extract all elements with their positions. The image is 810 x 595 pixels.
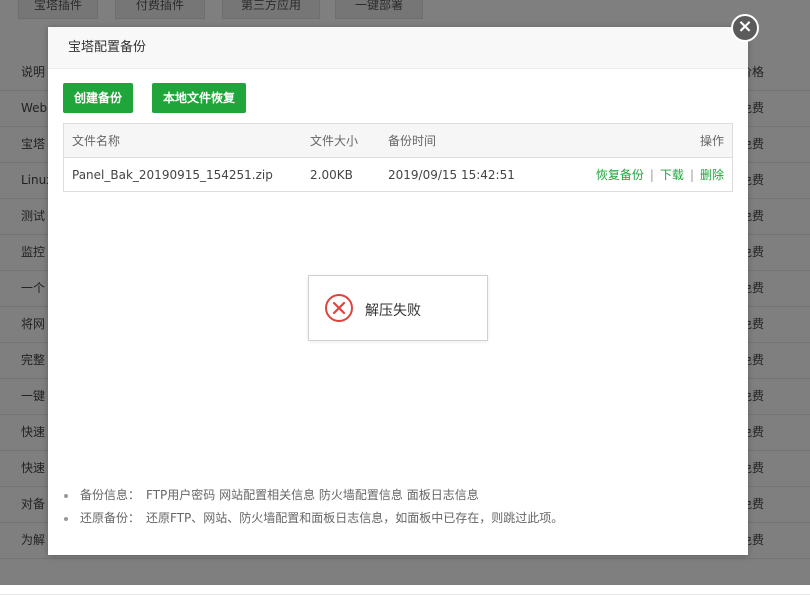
dialog-header: 宝塔配置备份 xyxy=(48,27,748,69)
backup-notes: 备份信息： FTP用户密码 网站配置相关信息 防火墙配置信息 面板日志信息 还原备… xyxy=(64,485,563,531)
close-icon[interactable]: × xyxy=(731,14,759,42)
error-toast: 解压失败 xyxy=(308,275,488,341)
backup-filesize: 2.00KB xyxy=(310,167,353,182)
error-x-circle-icon xyxy=(325,294,353,322)
note-backup-info: 备份信息： FTP用户密码 网站配置相关信息 防火墙配置信息 面板日志信息 xyxy=(64,485,563,508)
bullet-icon xyxy=(64,516,68,521)
bullet-icon xyxy=(64,493,68,498)
separator: | xyxy=(689,168,694,182)
col-actions: 操作 xyxy=(548,123,733,158)
note-label: 还原备份： xyxy=(80,511,141,525)
local-restore-button[interactable]: 本地文件恢复 xyxy=(152,83,247,113)
note-text: 还原FTP、网站、防火墙配置和面板日志信息，如面板中已存在，则跳过此项。 xyxy=(146,511,564,525)
note-text: FTP用户密码 网站配置相关信息 防火墙配置信息 面板日志信息 xyxy=(146,488,479,502)
download-link[interactable]: 下载 xyxy=(660,168,684,182)
dialog-title: 宝塔配置备份 xyxy=(68,40,147,55)
backup-actions: 恢复备份 | 下载 | 删除 xyxy=(548,158,733,192)
table-row: Panel_Bak_20190915_154251.zip 2.00KB 201… xyxy=(64,158,733,192)
backup-time: 2019/09/15 15:42:51 xyxy=(388,167,515,182)
backup-dialog: 宝塔配置备份 创建备份 本地文件恢复 文件名称 文件大小 备份时间 操作 Pan… xyxy=(48,27,748,555)
col-backup-time: 备份时间 xyxy=(388,123,548,158)
note-restore-info: 还原备份： 还原FTP、网站、防火墙配置和面板日志信息，如面板中已存在，则跳过此项… xyxy=(64,508,563,531)
col-filesize: 文件大小 xyxy=(310,123,388,158)
backup-table: 文件名称 文件大小 备份时间 操作 Panel_Bak_20190915_154… xyxy=(63,123,733,192)
restore-backup-link[interactable]: 恢复备份 xyxy=(596,168,644,182)
separator: | xyxy=(649,168,654,182)
note-label: 备份信息： xyxy=(80,488,141,502)
backup-filename: Panel_Bak_20190915_154251.zip xyxy=(72,167,273,182)
toast-message: 解压失败 xyxy=(365,303,421,319)
col-filename: 文件名称 xyxy=(63,123,310,158)
table-header-row: 文件名称 文件大小 备份时间 操作 xyxy=(63,123,733,158)
delete-link[interactable]: 删除 xyxy=(700,168,724,182)
create-backup-button[interactable]: 创建备份 xyxy=(63,83,134,113)
